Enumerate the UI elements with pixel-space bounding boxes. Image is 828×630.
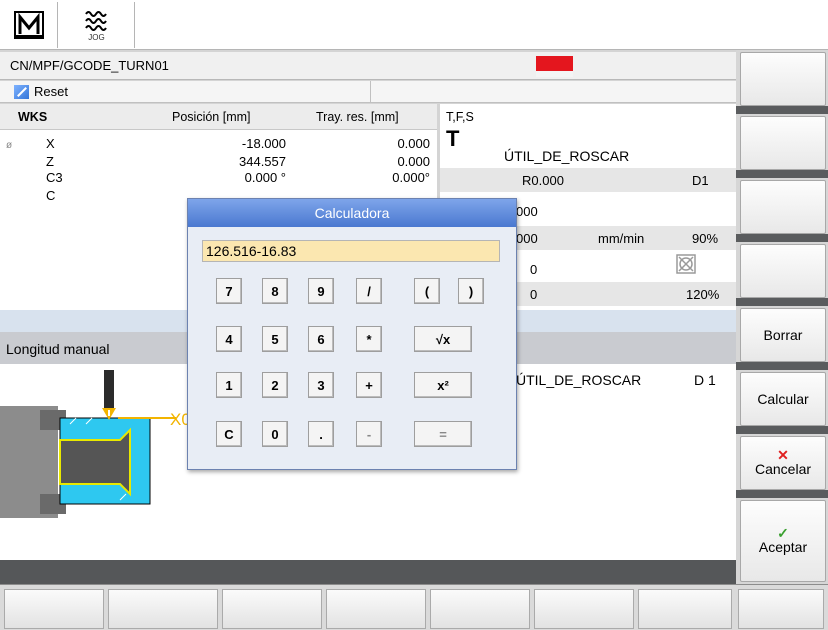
key-9[interactable]: 9 (308, 278, 334, 304)
key-3[interactable]: 3 (308, 372, 334, 398)
axis-position: 0.000 ° (244, 170, 286, 185)
axis-name: C (46, 188, 56, 203)
tool-d: D1 (692, 173, 709, 188)
key-4[interactable]: 4 (216, 326, 242, 352)
axis-remaining: 0.000° (392, 170, 430, 185)
softkey-h6[interactable] (534, 589, 634, 629)
program-path: CN/MPF/GCODE_TURN01 (10, 58, 169, 73)
softkey-v3[interactable] (740, 180, 826, 234)
spindle-value: 0 (530, 262, 538, 277)
channel-status-bar: Reset (0, 81, 736, 103)
machine-m-icon (13, 11, 44, 39)
accept-check-icon: ✓ (777, 525, 789, 541)
feed-value: 000 (516, 204, 538, 219)
softkey-v2[interactable] (740, 116, 826, 170)
calculator-title: Calculadora (188, 199, 516, 227)
tool-name: ÚTIL_DE_ROSCAR (504, 148, 630, 164)
status-bar (0, 560, 736, 584)
axis-remaining: 0.000 (397, 136, 430, 151)
jog-mode-button[interactable]: JOG (59, 2, 135, 48)
vertical-softkeys: Borrar Calcular ✕ Cancelar ✓ Aceptar (736, 50, 828, 584)
manual-tool-name: ÚTIL_DE_ROSCAR (516, 372, 642, 388)
key-divide[interactable]: / (356, 278, 382, 304)
key-7[interactable]: 7 (216, 278, 242, 304)
key-5[interactable]: 5 (262, 326, 288, 352)
calculator-dialog: Calculadora 126.516-16.83 7 8 9 / ( ) 4 … (187, 198, 517, 470)
key-close-paren[interactable]: ) (458, 278, 484, 304)
key-plus[interactable]: + (356, 372, 382, 398)
softkey-h8[interactable] (738, 589, 824, 629)
feed-unit: mm/min (598, 231, 645, 246)
key-decimal[interactable]: . (308, 421, 334, 447)
key-8[interactable]: 8 (262, 278, 288, 304)
key-equals[interactable]: = (414, 421, 472, 447)
program-path-bar: CN/MPF/GCODE_TURN01 (0, 52, 736, 80)
axis-position: -18.000 (241, 136, 286, 151)
key-6[interactable]: 6 (308, 326, 334, 352)
manual-tool-d: D 1 (694, 372, 716, 388)
key-sqrt[interactable]: √x (414, 326, 472, 352)
top-toolbar: JOG (0, 0, 828, 50)
cancelar-button[interactable]: ✕ Cancelar (740, 436, 826, 490)
channel-status: Reset (34, 84, 68, 99)
softkey-v1[interactable] (740, 52, 826, 106)
calcular-label: Calcular (757, 391, 809, 407)
softkey-h5[interactable] (430, 589, 530, 629)
spindle-symbol-icon: ø (6, 140, 13, 151)
siemens-logo (536, 56, 573, 77)
axis-name: X (46, 136, 55, 151)
tool-measure-illustration (0, 370, 176, 518)
tool-data-row: R0.000 D1 (440, 168, 736, 192)
feed-override: 90% (692, 231, 719, 246)
jog-label: JOG (88, 32, 105, 42)
wks-header: WKS Posición [mm] Tray. res. [mm] (0, 104, 437, 130)
key-clear[interactable]: C (216, 421, 242, 447)
axis-name: Z (46, 154, 54, 169)
key-square[interactable]: x² (414, 372, 472, 398)
key-minus[interactable]: - (356, 421, 382, 447)
aceptar-label: Aceptar (758, 539, 808, 555)
tool-letter: T (446, 126, 460, 151)
softkey-h2[interactable] (108, 589, 218, 629)
spindle-override: 120% (686, 287, 720, 302)
jog-wave-icon (84, 10, 107, 31)
spindle-value-2: 0 (530, 287, 538, 302)
axis-name: C3 (46, 170, 63, 185)
softkey-h4[interactable] (326, 589, 426, 629)
key-2[interactable]: 2 (262, 372, 288, 398)
spindle-stop-icon (676, 254, 696, 274)
calculator-input[interactable]: 126.516-16.83 (202, 240, 500, 262)
wks-title: WKS (18, 110, 48, 124)
reset-icon (14, 85, 29, 99)
cancel-x-icon: ✕ (777, 447, 789, 463)
borrar-button[interactable]: Borrar (740, 308, 826, 362)
axis-position: 344.557 (239, 154, 286, 169)
cancelar-label: Cancelar (754, 461, 812, 477)
key-multiply[interactable]: * (356, 326, 382, 352)
machine-mode-button[interactable] (0, 2, 58, 48)
key-0[interactable]: 0 (262, 421, 288, 447)
key-1[interactable]: 1 (216, 372, 242, 398)
tfs-header: T,F,S (446, 110, 474, 124)
tool-radius: R0.000 (522, 173, 564, 188)
remaining-header: Tray. res. [mm] (316, 110, 399, 124)
calcular-button[interactable]: Calcular (740, 372, 826, 426)
position-header: Posición [mm] (172, 110, 251, 124)
manual-length-title: Longitud manual (6, 341, 110, 357)
softkey-h3[interactable] (222, 589, 322, 629)
key-open-paren[interactable]: ( (414, 278, 440, 304)
horizontal-softkeys (0, 584, 828, 630)
axis-remaining: 0.000 (397, 154, 430, 169)
softkey-h7[interactable] (638, 589, 732, 629)
softkey-h1[interactable] (4, 589, 104, 629)
aceptar-button[interactable]: ✓ Aceptar (740, 500, 826, 582)
feed-value-2: 000 (516, 231, 538, 246)
borrar-label: Borrar (763, 327, 803, 343)
softkey-v4[interactable] (740, 244, 826, 298)
